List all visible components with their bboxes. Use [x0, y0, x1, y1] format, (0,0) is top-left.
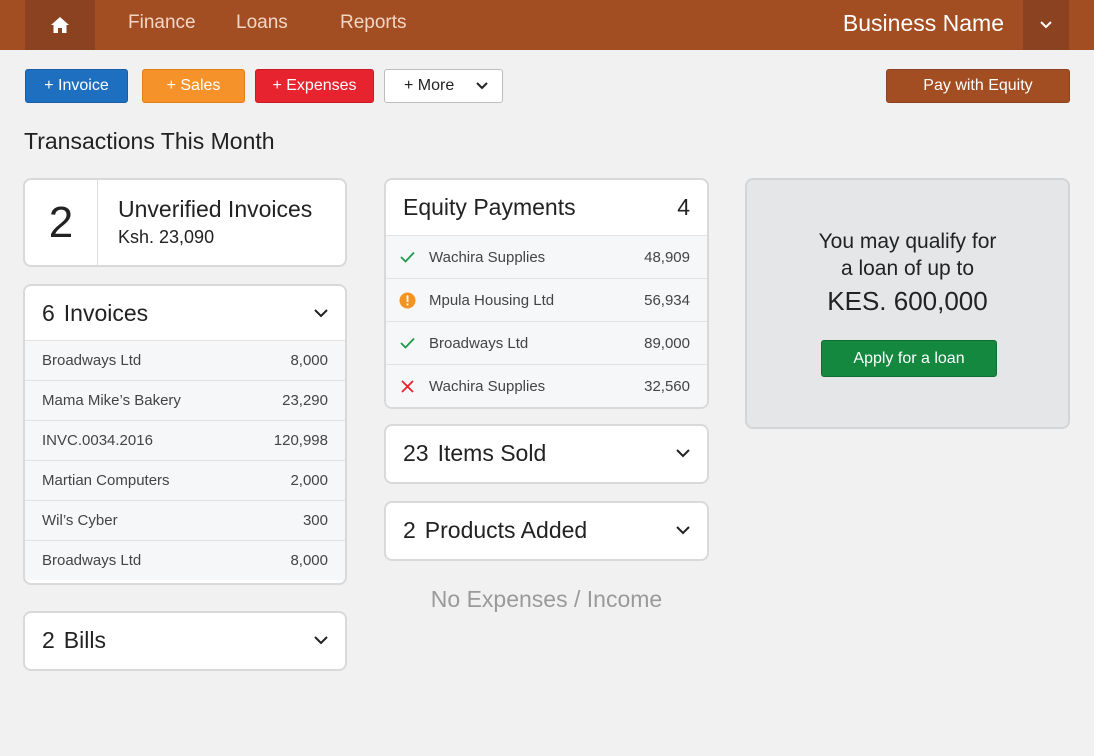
more-label: + More	[404, 77, 455, 94]
payment-amount: 32,560	[644, 377, 690, 395]
chevron-down-icon	[476, 82, 488, 90]
invoice-row[interactable]: Broadways Ltd 8,000	[25, 340, 345, 380]
items-sold-header[interactable]: 23 Items Sold	[386, 426, 707, 480]
cross-icon	[399, 378, 416, 395]
payment-row[interactable]: Wachira Supplies 48,909	[386, 235, 707, 278]
items-sold-card[interactable]: 23 Items Sold	[384, 424, 709, 484]
chevron-down-icon	[314, 636, 328, 645]
invoice-row[interactable]: Broadways Ltd 8,000	[25, 540, 345, 580]
invoice-name: Wil’s Cyber	[42, 512, 118, 529]
invoice-amount: 300	[302, 512, 328, 529]
products-added-card[interactable]: 2 Products Added	[384, 501, 709, 561]
payment-row[interactable]: Wachira Supplies 32,560	[386, 364, 707, 407]
loan-amount: KES. 600,000	[827, 286, 988, 316]
invoice-amount: 8,000	[290, 552, 328, 569]
equity-payments-label: Equity Payments	[403, 194, 576, 220]
payment-name: Wachira Supplies	[429, 377, 546, 395]
unverified-label: Unverified Invoices	[118, 196, 313, 222]
chevron-down-icon	[1040, 21, 1052, 29]
check-icon	[399, 249, 416, 266]
payment-row[interactable]: Mpula Housing Ltd 56,934	[386, 278, 707, 321]
more-dropdown-button[interactable]: + More	[384, 69, 503, 103]
items-sold-count: 23	[403, 439, 429, 466]
items-sold-label: Items Sold	[437, 439, 547, 466]
invoice-amount: 23,290	[282, 392, 328, 409]
products-added-label: Products Added	[424, 516, 588, 543]
invoices-header[interactable]: 6 Invoices	[25, 286, 345, 340]
home-icon	[51, 17, 69, 33]
check-icon	[399, 335, 416, 352]
add-sales-button[interactable]: + Sales	[142, 69, 245, 103]
bills-label: Bills	[63, 626, 106, 653]
unverified-amount: Ksh. 23,090	[118, 227, 215, 247]
chevron-down-icon	[314, 309, 328, 318]
products-added-header[interactable]: 2 Products Added	[386, 503, 707, 557]
invoice-amount: 8,000	[290, 352, 328, 369]
nav-link-loans[interactable]: Loans	[236, 0, 288, 46]
loan-offer-panel: You may qualify for a loan of up to KES.…	[745, 178, 1070, 429]
no-expenses-message: No Expenses / Income	[430, 586, 663, 612]
nav-link-reports[interactable]: Reports	[340, 0, 407, 46]
add-invoice-button[interactable]: + Invoice	[25, 69, 128, 103]
add-expenses-button[interactable]: + Expenses	[255, 69, 374, 103]
payment-row[interactable]: Broadways Ltd 89,000	[386, 321, 707, 364]
payment-amount: 56,934	[644, 291, 690, 309]
invoice-row[interactable]: Mama Mike’s Bakery 23,290	[25, 380, 345, 420]
invoice-amount: 120,998	[273, 432, 328, 449]
invoice-name: Broadways Ltd	[42, 552, 142, 569]
invoices-label: Invoices	[63, 299, 149, 326]
equity-payments-header: Equity Payments 4	[386, 180, 707, 235]
equity-payments-card: Equity Payments 4 Wachira Supplies 48,90…	[384, 178, 709, 409]
invoice-row[interactable]: Martian Computers 2,000	[25, 460, 345, 500]
bills-header[interactable]: 2 Bills	[25, 613, 345, 667]
apply-for-loan-button[interactable]: Apply for a loan	[821, 340, 997, 377]
bills-count: 2	[42, 626, 55, 653]
payment-amount: 89,000	[644, 334, 690, 352]
payment-name: Wachira Supplies	[429, 248, 546, 266]
business-menu-button[interactable]	[1023, 0, 1069, 50]
invoice-name: INVC.0034.2016	[42, 432, 153, 449]
chevron-down-icon	[676, 449, 690, 458]
loan-text-line1: You may qualify for	[818, 230, 997, 253]
top-navigation-bar: Finance Loans Reports Business Name	[0, 0, 1094, 50]
invoices-count: 6	[42, 299, 55, 326]
unverified-count: 2	[25, 180, 98, 265]
home-button[interactable]	[25, 0, 95, 50]
invoice-row[interactable]: INVC.0034.2016 120,998	[25, 420, 345, 460]
invoice-name: Martian Computers	[42, 472, 170, 489]
payment-amount: 48,909	[644, 248, 690, 266]
bills-card[interactable]: 2 Bills	[23, 611, 347, 671]
nav-link-finance[interactable]: Finance	[128, 0, 196, 46]
business-name: Business Name	[842, 10, 1004, 36]
pay-with-equity-button[interactable]: Pay with Equity	[886, 69, 1070, 103]
page-title: Transactions This Month	[24, 128, 275, 154]
invoices-card: 6 Invoices Broadways Ltd 8,000 Mama Mike…	[23, 284, 347, 585]
warning-icon	[399, 292, 416, 309]
payment-name: Mpula Housing Ltd	[429, 291, 555, 309]
equity-payments-count: 4	[677, 194, 690, 220]
loan-text-line2: a loan of up to	[840, 257, 975, 280]
products-added-count: 2	[403, 516, 416, 543]
payment-name: Broadways Ltd	[429, 334, 529, 352]
unverified-invoices-card[interactable]: 2 Unverified Invoices Ksh. 23,090	[23, 178, 347, 267]
invoice-name: Mama Mike’s Bakery	[42, 392, 181, 409]
chevron-down-icon	[676, 526, 690, 535]
invoice-name: Broadways Ltd	[42, 352, 142, 369]
invoice-row[interactable]: Wil’s Cyber 300	[25, 500, 345, 540]
invoice-amount: 2,000	[290, 472, 328, 489]
